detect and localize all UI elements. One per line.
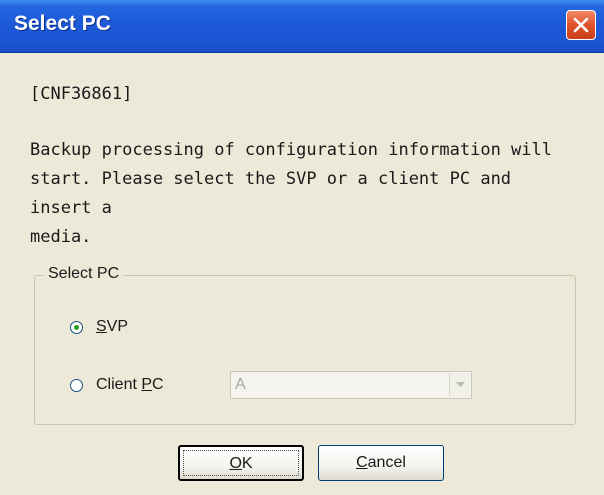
client-pc-select[interactable]: A xyxy=(230,371,472,399)
close-button[interactable] xyxy=(566,10,596,40)
cancel-button[interactable]: Cancel xyxy=(318,445,444,481)
radio-svp-indicator[interactable] xyxy=(70,320,83,334)
close-icon xyxy=(573,17,589,33)
select-pc-group xyxy=(34,275,576,425)
client-pc-dropdown-button[interactable] xyxy=(449,373,470,397)
radio-client-pc-label: Client PC xyxy=(96,376,164,393)
window-title: Select PC xyxy=(14,12,111,35)
select-pc-group-label: Select PC xyxy=(44,265,124,283)
radio-client-pc[interactable]: Client PC xyxy=(70,376,164,394)
radio-svp[interactable]: SVP xyxy=(70,318,128,336)
message-code: [CNF36861] xyxy=(30,84,133,104)
ok-button[interactable]: OK xyxy=(178,445,304,481)
client-pc-select-value: A xyxy=(235,376,246,393)
radio-client-pc-indicator[interactable] xyxy=(70,378,83,392)
message-text: Backup processing of configuration infor… xyxy=(30,140,552,247)
radio-svp-label: SVP xyxy=(96,318,129,335)
chevron-down-icon xyxy=(456,382,465,387)
ok-button-focus-ring xyxy=(183,450,299,476)
title-bar: Select PC xyxy=(0,0,604,53)
